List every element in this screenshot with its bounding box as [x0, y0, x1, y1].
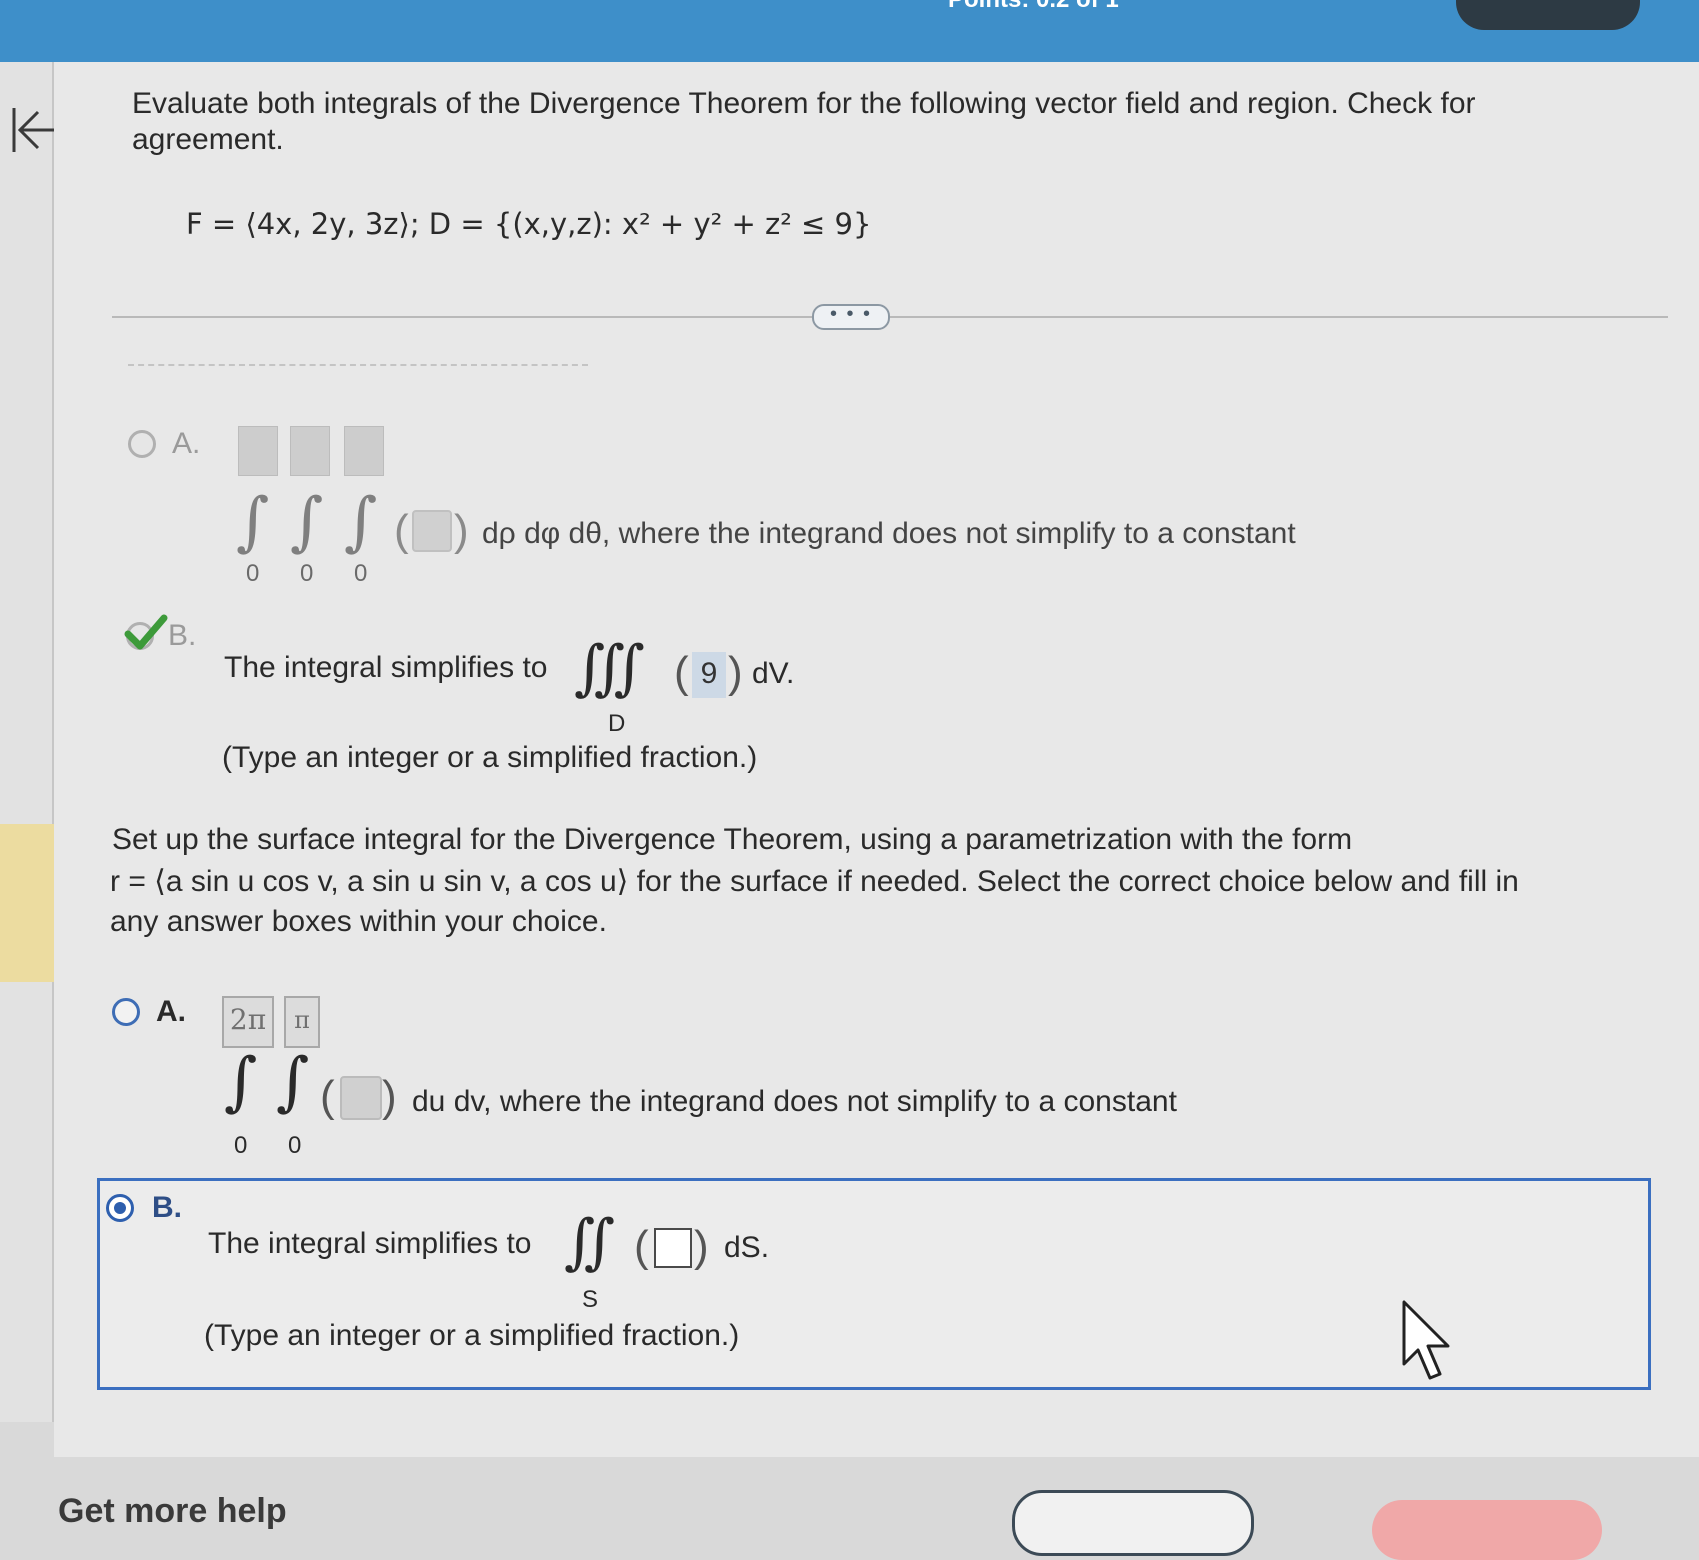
surface-a-upper-limit-1[interactable]: 2π — [222, 996, 274, 1048]
volume-a-close-paren: ) — [454, 506, 469, 555]
get-more-help-link[interactable]: Get more help — [58, 1492, 287, 1531]
volume-a-integral-sign-1: ∫ — [236, 485, 270, 559]
surface-a-upper-limit-2[interactable]: π — [284, 996, 320, 1048]
volume-choice-a-letter: A. — [172, 427, 201, 460]
faint-divider — [128, 364, 588, 366]
surface-b-text-after: dS. — [724, 1231, 770, 1264]
volume-a-text: dρ dφ dθ, where the integrand does not s… — [482, 517, 1296, 550]
volume-b-close-paren: ) — [728, 648, 743, 697]
volume-a-integral-sign-3: ∫ — [344, 485, 378, 559]
surface-a-open-paren: ( — [320, 1072, 335, 1121]
surface-a-lower-limit-2: 0 — [288, 1132, 302, 1159]
surface-choice-a-letter: A. — [156, 995, 186, 1028]
surface-choice-b-radio[interactable] — [106, 1194, 134, 1222]
surface-choice-b-letter: B. — [152, 1191, 182, 1224]
section-divider — [112, 316, 1668, 318]
points-label: Points: 0.2 of 1 — [948, 0, 1238, 8]
surface-b-integrand-input[interactable] — [654, 1228, 692, 1268]
question-intro-line1: Evaluate both integrals of the Divergenc… — [132, 87, 1476, 120]
volume-b-triple-integral-sign: ∭ — [574, 633, 645, 703]
volume-choice-a-radio[interactable] — [128, 430, 156, 458]
surface-b-open-paren: ( — [634, 1222, 649, 1271]
volume-a-lower-limit-1: 0 — [246, 560, 260, 587]
surface-b-double-integral-sign: ∬ — [564, 1207, 616, 1277]
vector-field-formula: F = ⟨4x, 2y, 3z⟩; D = {(x,y,z): x² + y² … — [186, 207, 872, 241]
volume-b-region-label: D — [608, 710, 626, 737]
surface-b-text-before: The integral simplifies to — [208, 1227, 532, 1260]
surface-b-close-paren: ) — [694, 1222, 709, 1271]
surface-instruction-line2: r = ⟨a sin u cos v, a sin u sin v, a cos… — [110, 865, 1519, 898]
volume-b-open-paren: ( — [674, 648, 689, 697]
volume-a-lower-limit-3: 0 — [354, 560, 368, 587]
volume-a-integrand-input[interactable] — [412, 510, 452, 552]
volume-a-open-paren: ( — [394, 506, 409, 555]
volume-b-text-before: The integral simplifies to — [224, 651, 548, 684]
surface-instruction-line3: any answer boxes within your choice. — [110, 905, 607, 938]
surface-b-region-label: S — [582, 1286, 599, 1313]
surface-choice-a-radio[interactable] — [112, 998, 140, 1026]
volume-b-hint: (Type an integer or a simplified fractio… — [222, 741, 758, 774]
sidebar — [0, 62, 54, 1422]
surface-a-integral-sign-2: ∫ — [276, 1045, 310, 1119]
volume-choice-b-letter: B. — [168, 619, 197, 652]
volume-a-upper-limit-2 — [290, 426, 330, 476]
surface-a-close-paren: ) — [382, 1072, 397, 1121]
volume-a-upper-limit-1 — [238, 426, 278, 476]
surface-instruction-line1: Set up the surface integral for the Dive… — [112, 823, 1353, 856]
volume-b-text-after: dV. — [752, 657, 795, 690]
surface-a-integral-sign-1: ∫ — [224, 1045, 258, 1119]
surface-a-text: du dv, where the integrand does not simp… — [412, 1085, 1177, 1118]
volume-a-upper-limit-3 — [344, 426, 384, 476]
expand-more-button[interactable]: • • • — [812, 304, 890, 330]
volume-a-integral-sign-2: ∫ — [290, 485, 324, 559]
clear-all-button[interactable] — [1012, 1490, 1254, 1556]
save-button[interactable] — [1456, 0, 1640, 30]
check-answer-button[interactable] — [1372, 1500, 1602, 1560]
volume-b-integrand-answer[interactable]: 9 — [692, 652, 726, 698]
question-intro-line2: agreement. — [132, 123, 284, 156]
correct-check-icon — [124, 614, 168, 650]
surface-a-lower-limit-1: 0 — [234, 1132, 248, 1159]
surface-b-hint: (Type an integer or a simplified fractio… — [204, 1319, 740, 1352]
volume-a-lower-limit-2: 0 — [300, 560, 314, 587]
surface-a-integrand-input[interactable] — [340, 1076, 382, 1120]
mouse-cursor-icon — [1402, 1300, 1450, 1380]
top-bar: Points: 0.2 of 1 — [0, 0, 1699, 62]
